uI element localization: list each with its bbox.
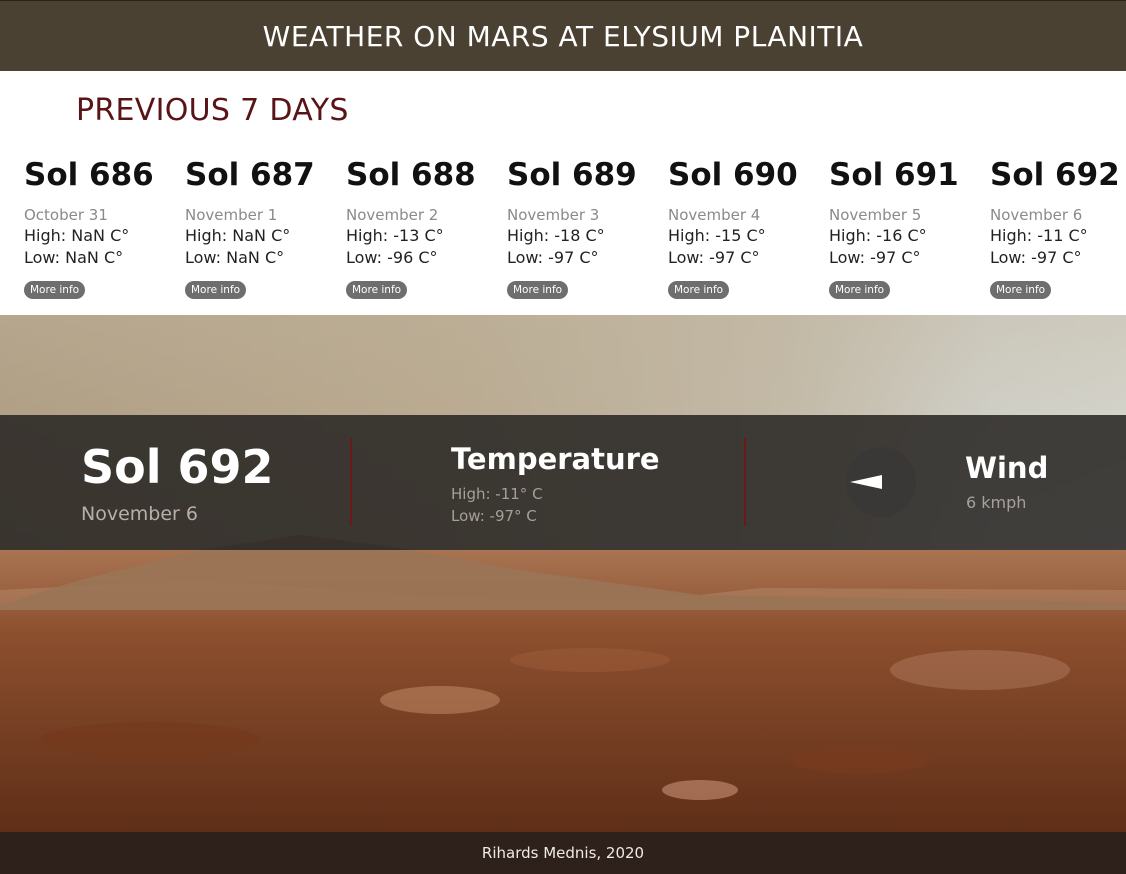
day-high: High: -13 C° [346, 226, 444, 245]
wind-direction-arrow-icon [850, 475, 882, 489]
day-card: Sol 692 November 6 High: -11 C° Low: -97… [990, 157, 1124, 299]
day-sol: Sol 688 [346, 157, 476, 193]
day-sol: Sol 687 [185, 157, 315, 193]
day-date: November 6 [990, 206, 1083, 224]
day-high: High: NaN C° [185, 226, 291, 245]
day-low: Low: NaN C° [185, 248, 285, 267]
day-date: November 4 [668, 206, 761, 224]
day-card: Sol 691 November 5 High: -16 C° Low: -97… [829, 157, 979, 299]
day-low: Low: -97 C° [829, 248, 921, 267]
day-card: Sol 687 November 1 High: NaN C° Low: NaN… [185, 157, 335, 299]
footer-credit: Rihards Mednis, 2020 [481, 844, 645, 862]
day-low: Low: -97 C° [990, 248, 1082, 267]
day-high: High: -11 C° [990, 226, 1088, 245]
wind-direction-compass [846, 447, 916, 517]
temperature-low: Low: -97° C [451, 507, 537, 525]
day-high: High: -15 C° [668, 226, 766, 245]
day-date: November 3 [507, 206, 600, 224]
current-weather-bar: Sol 692 November 6 Temperature High: -11… [0, 415, 1126, 550]
day-date: October 31 [24, 206, 108, 224]
day-high: High: -16 C° [829, 226, 927, 245]
temperature-title: Temperature [451, 442, 660, 476]
day-high: High: -18 C° [507, 226, 605, 245]
page-title: WEATHER ON MARS AT ELYSIUM PLANITIA [262, 19, 864, 53]
day-low: Low: -97 C° [507, 248, 599, 267]
day-high: High: NaN C° [24, 226, 130, 245]
more-info-button[interactable]: More info [185, 281, 247, 299]
previous-days-section: PREVIOUS 7 DAYS Sol 686 October 31 High:… [0, 71, 1126, 315]
day-sol: Sol 686 [24, 157, 154, 193]
day-card: Sol 688 November 2 High: -13 C° Low: -96… [346, 157, 496, 299]
wind-title: Wind [965, 451, 1049, 485]
day-card: Sol 686 October 31 High: NaN C° Low: NaN… [24, 157, 174, 299]
day-low: Low: -97 C° [668, 248, 760, 267]
current-sol: Sol 692 [81, 440, 274, 494]
more-info-button[interactable]: More info [24, 281, 86, 299]
day-sol: Sol 691 [829, 157, 959, 193]
current-date: November 6 [81, 503, 198, 525]
page-footer: Rihards Mednis, 2020 [0, 832, 1126, 874]
divider [350, 438, 352, 526]
more-info-button[interactable]: More info [507, 281, 569, 299]
day-card: Sol 689 November 3 High: -18 C° Low: -97… [507, 157, 657, 299]
wind-speed: 6 kmph [966, 493, 1027, 512]
day-card: Sol 690 November 4 High: -15 C° Low: -97… [668, 157, 818, 299]
temperature-high: High: -11° C [451, 485, 543, 503]
more-info-button[interactable]: More info [990, 281, 1052, 299]
day-sol: Sol 692 [990, 157, 1120, 193]
page-header: WEATHER ON MARS AT ELYSIUM PLANITIA [0, 0, 1126, 71]
day-date: November 2 [346, 206, 439, 224]
day-low: Low: -96 C° [346, 248, 438, 267]
more-info-button[interactable]: More info [346, 281, 408, 299]
divider [744, 438, 746, 526]
day-low: Low: NaN C° [24, 248, 124, 267]
day-sol: Sol 690 [668, 157, 798, 193]
more-info-button[interactable]: More info [668, 281, 730, 299]
more-info-button[interactable]: More info [829, 281, 891, 299]
previous-days-title: PREVIOUS 7 DAYS [76, 93, 349, 128]
day-date: November 5 [829, 206, 922, 224]
day-sol: Sol 689 [507, 157, 637, 193]
day-date: November 1 [185, 206, 278, 224]
